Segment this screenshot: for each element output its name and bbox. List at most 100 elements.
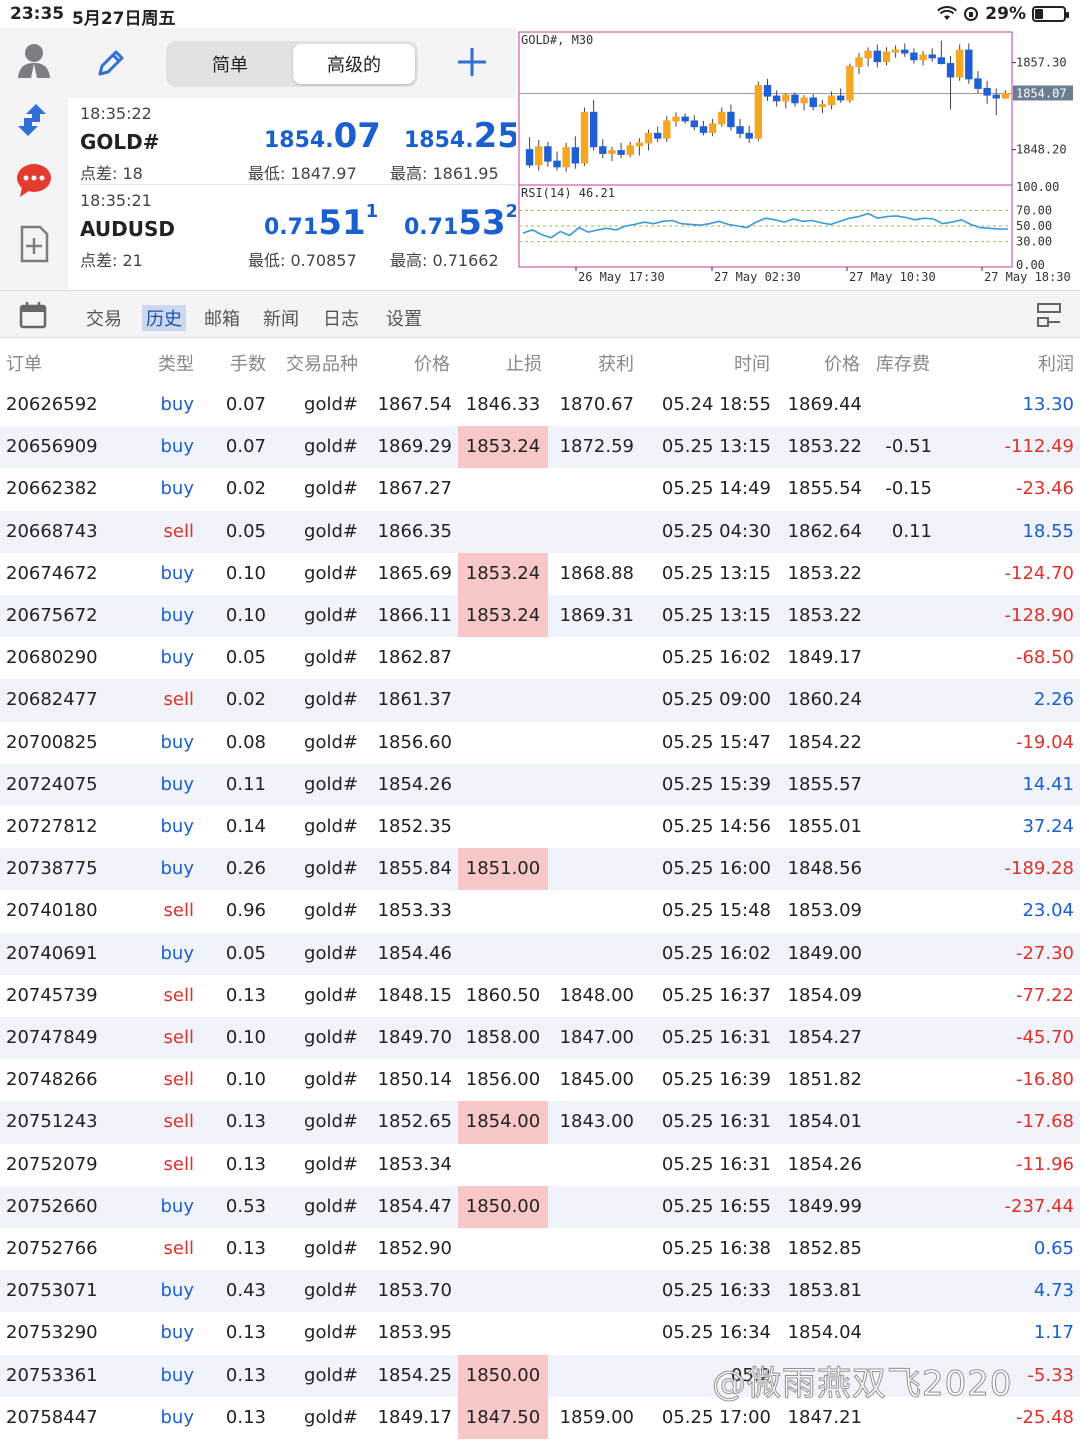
volume-cell: 0.08: [225, 731, 266, 753]
battery-percent: 29%: [985, 4, 1026, 24]
quote-row-audusd[interactable]: 18:35:21 AUDUSD 点差: 21 0.71511 0.71532 最…: [68, 185, 518, 271]
table-row[interactable]: 20682477 sell 0.02 gold# 1861.37 05.25 09:00 1…: [0, 679, 1080, 722]
col-price[interactable]: 价格: [414, 350, 450, 376]
stop-loss-cell: 1858.00: [465, 1027, 541, 1048]
col-sl[interactable]: 止损: [506, 350, 542, 376]
open-price-cell: 1853.33: [377, 900, 452, 922]
swap-cell: [870, 806, 932, 848]
table-row[interactable]: 20680290 buy 0.05 gold# 1862.87 05.25 16:02 18…: [0, 637, 1080, 679]
bid-price[interactable]: 1854.07: [264, 116, 381, 156]
profit-cell: 18.55: [1022, 520, 1074, 542]
profit-cell: -128.90: [1004, 605, 1074, 626]
col-time[interactable]: 时间: [734, 350, 770, 376]
chat-icon[interactable]: [12, 158, 56, 202]
candle-body: [955, 49, 964, 78]
status-time: 23:35: [10, 4, 65, 24]
take-profit-cell: [552, 890, 634, 932]
calendar-icon[interactable]: [18, 300, 48, 330]
table-row[interactable]: 20752766 sell 0.13 gold# 1852.90 05.25 16:38 1…: [0, 1228, 1080, 1270]
table-row[interactable]: 20738775 buy 0.26 gold# 1855.84 1851.00 05.25 …: [0, 848, 1080, 891]
col-close-price[interactable]: 价格: [824, 350, 860, 376]
stop-loss-cell: [458, 1270, 548, 1312]
col-swap[interactable]: 库存费: [876, 350, 930, 376]
table-row[interactable]: 20745739 sell 0.13 gold# 1848.15 1860.50 1848.…: [0, 975, 1080, 1017]
trade-arrows-icon[interactable]: [12, 98, 56, 142]
candle-body: [681, 116, 689, 122]
price-chart[interactable]: GOLD#, M30 RSI(14) 46.21 1857.30 1854.07 184…: [516, 28, 1080, 290]
tab-settings[interactable]: 设置: [386, 305, 422, 331]
table-row[interactable]: 20727812 buy 0.14 gold# 1852.35 05.25 14:56 18…: [0, 806, 1080, 848]
close-time-cell: 05.25 13:15: [661, 436, 771, 458]
battery-icon: [1032, 6, 1069, 22]
swap-cell: [870, 890, 932, 932]
open-price-cell: 1848.15: [377, 984, 452, 1006]
table-row[interactable]: 20626592 buy 0.07 gold# 1867.54 1846.33 1870.6…: [0, 384, 1080, 426]
table-row[interactable]: 20674672 buy 0.10 gold# 1865.69 1853.24 1868.8…: [0, 552, 1080, 595]
col-type[interactable]: 类型: [158, 350, 194, 376]
col-symbol[interactable]: 交易品种: [286, 350, 358, 376]
table-row[interactable]: 20753071 buy 0.43 gold# 1853.70 05.25 16:33 18…: [0, 1270, 1080, 1313]
table-row[interactable]: 20662382 buy 0.02 gold# 1867.27 05.25 14:49 18…: [0, 468, 1080, 510]
volume-cell: 0.13: [225, 1153, 266, 1175]
table-row[interactable]: 20668743 sell 0.05 gold# 1866.35 05.25 04:30 1…: [0, 510, 1080, 553]
rsi-label: RSI(14) 46.21: [521, 186, 615, 200]
close-time-cell: 05.25 13:15: [661, 605, 771, 626]
edit-icon[interactable]: [94, 46, 128, 80]
tab-trade[interactable]: 交易: [86, 305, 122, 331]
quote-time: 18:35:21: [80, 191, 152, 210]
type-cell: buy: [160, 1280, 195, 1302]
chart-canvas[interactable]: GOLD#, M30 RSI(14) 46.21 1857.30 1854.07 184…: [516, 28, 1080, 290]
type-cell: sell: [163, 1111, 194, 1133]
new-document-icon[interactable]: [12, 222, 56, 266]
tab-history[interactable]: 历史: [142, 305, 186, 331]
type-cell: sell: [163, 1069, 194, 1091]
tab-mailbox[interactable]: 邮箱: [204, 305, 240, 331]
profit-cell: -27.30: [1015, 942, 1074, 964]
table-row[interactable]: 20724075 buy 0.11 gold# 1854.26 05.25 15:39 18…: [0, 763, 1080, 806]
advanced-mode-tab[interactable]: 高级的: [293, 44, 415, 84]
col-volume[interactable]: 手数: [230, 350, 266, 376]
table-row[interactable]: 20747849 sell 0.10 gold# 1849.70 1858.00 1847.…: [0, 1017, 1080, 1060]
table-row[interactable]: 20656909 buy 0.07 gold# 1869.29 1853.24 1872.5…: [0, 426, 1080, 469]
profit-cell: 23.04: [1022, 900, 1074, 922]
close-time-cell: 05.25 16:33: [661, 1280, 771, 1302]
account-icon[interactable]: [12, 38, 56, 82]
ask-price[interactable]: 1854.25: [404, 116, 521, 156]
table-row[interactable]: 20748266 sell 0.10 gold# 1850.14 1856.00 1845.…: [0, 1059, 1080, 1101]
open-price-cell: 1867.54: [377, 394, 452, 415]
close-time-cell: 05.25 15:48: [661, 900, 771, 922]
quote-row-gold[interactable]: 18:35:22 GOLD# 点差: 18 1854.07 1854.25 最低…: [68, 98, 521, 185]
symbol-cell: gold#: [304, 647, 358, 669]
col-order[interactable]: 订单: [6, 350, 42, 376]
layout-icon[interactable]: [1034, 300, 1064, 330]
price-tick-label: 1857.30: [1016, 56, 1067, 70]
table-row[interactable]: 20740180 sell 0.96 gold# 1853.33 05.25 15:48 1…: [0, 890, 1080, 932]
ask-price[interactable]: 0.71532: [404, 201, 518, 243]
swap-cell: [870, 933, 932, 975]
candle-body: [626, 145, 634, 155]
swap-cell: -0.15: [885, 478, 932, 500]
add-symbol-icon[interactable]: [454, 44, 490, 80]
table-row[interactable]: 20751243 sell 0.13 gold# 1852.65 1854.00 1843.…: [0, 1101, 1080, 1144]
bid-price[interactable]: 0.71511: [264, 201, 378, 243]
candle-body: [818, 104, 827, 108]
tab-news[interactable]: 新闻: [263, 305, 299, 331]
close-price-cell: 1854.09: [787, 984, 862, 1006]
simple-mode-tab[interactable]: 简单: [169, 44, 291, 84]
view-mode-switch: 简单 高级的: [166, 41, 418, 87]
tab-journal[interactable]: 日志: [323, 305, 359, 331]
table-row[interactable]: 20740691 buy 0.05 gold# 1854.46 05.25 16:02 18…: [0, 932, 1080, 975]
table-row[interactable]: 20753290 buy 0.13 gold# 1853.95 05.25 16:34 18…: [0, 1312, 1080, 1354]
table-row[interactable]: 20675672 buy 0.10 gold# 1866.11 1853.24 1869.3…: [0, 595, 1080, 638]
profit-cell: -124.70: [1004, 562, 1074, 584]
order-cell: 20682477: [6, 689, 98, 711]
open-price-cell: 1866.35: [377, 520, 452, 542]
table-row[interactable]: 20752660 buy 0.53 gold# 1854.47 1850.00 05.25 …: [0, 1185, 1080, 1228]
swap-cell: -0.51: [885, 436, 932, 458]
table-row[interactable]: 20700825 buy 0.08 gold# 1856.60 05.25 15:47 18…: [0, 722, 1080, 764]
col-tp[interactable]: 获利: [598, 350, 634, 376]
col-profit[interactable]: 利润: [1038, 350, 1074, 376]
volume-cell: 0.02: [225, 689, 266, 711]
table-row[interactable]: 20752079 sell 0.13 gold# 1853.34 05.25 16:31 1…: [0, 1144, 1080, 1186]
wifi-icon: [937, 6, 958, 20]
